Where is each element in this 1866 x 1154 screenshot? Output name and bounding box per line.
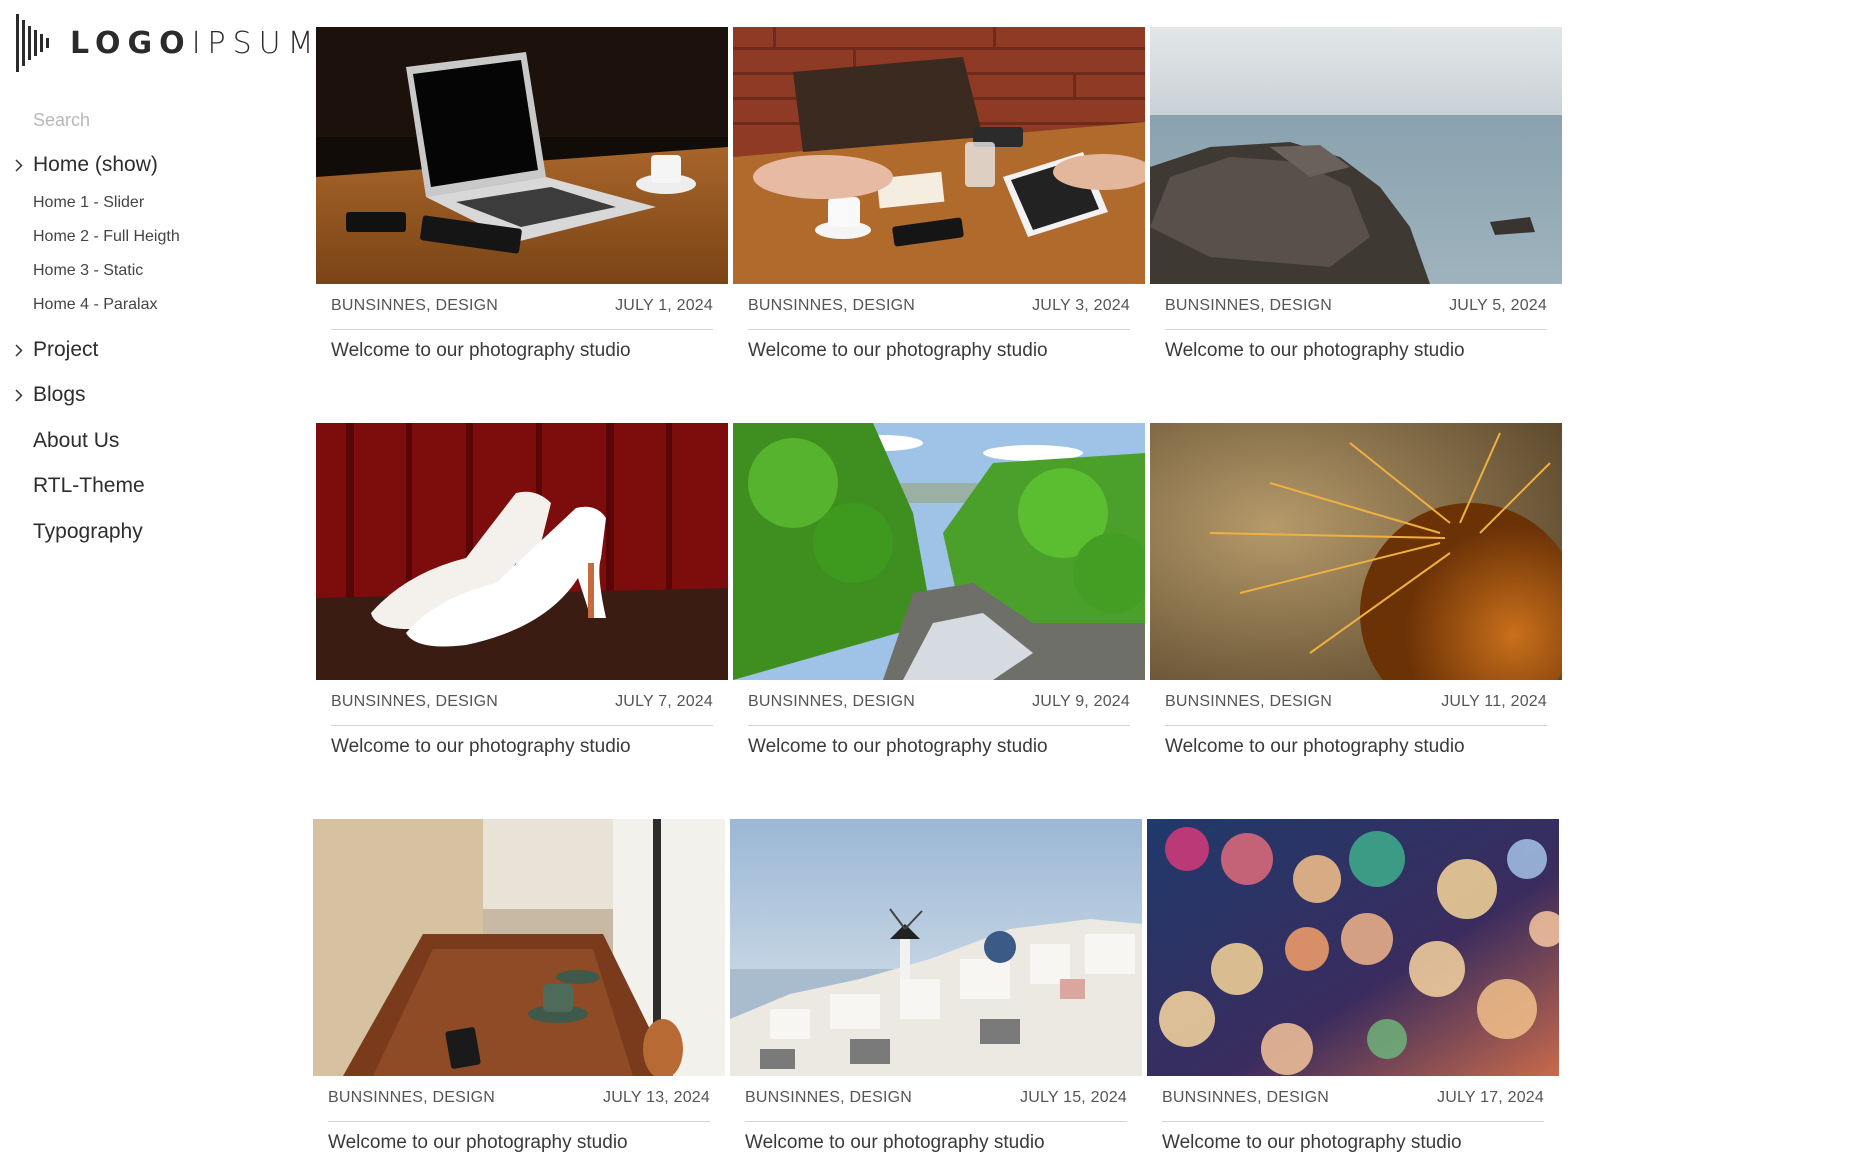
post-date: JULY 7, 2024 [615, 693, 713, 710]
post-divider [745, 1121, 1127, 1122]
post-category[interactable]: BUNSINNES, DESIGN [745, 1089, 912, 1107]
nav-subitem-label: Home 3 - Static [33, 262, 144, 279]
post-category[interactable]: BUNSINNES, DESIGN [328, 1089, 495, 1107]
post-meta: BUNSINNES, DESIGN JULY 9, 2024 [748, 693, 1130, 713]
post-photo-bokeh[interactable] [1147, 819, 1559, 1076]
nav-item-label: Typography [33, 520, 143, 543]
post-date: JULY 9, 2024 [1032, 693, 1130, 710]
post-date: JULY 11, 2024 [1441, 693, 1547, 710]
post-date: JULY 13, 2024 [603, 1089, 710, 1106]
post-divider [748, 725, 1130, 726]
post-title[interactable]: Welcome to our photography studio [1165, 340, 1465, 362]
nav-item-label: RTL-Theme [33, 474, 145, 497]
nav-subitem-label: Home 1 - Slider [33, 194, 145, 211]
post-card[interactable]: BUNSINNES, DESIGN JULY 5, 2024 Welcome t… [1150, 27, 1562, 361]
post-category[interactable]: BUNSINNES, DESIGN [748, 297, 915, 315]
nav-subitem-label: Home 4 - Paralax [33, 296, 158, 313]
sidebar: LOGOIPSUM Home (show) Home 1 - Slider Ho… [0, 0, 314, 1150]
nav-item-label: About Us [33, 429, 120, 452]
post-date: JULY 15, 2024 [1020, 1089, 1127, 1106]
post-title[interactable]: Welcome to our photography studio [331, 736, 631, 758]
post-category[interactable]: BUNSINNES, DESIGN [748, 693, 915, 711]
post-card[interactable]: BUNSINNES, DESIGN JULY 13, 2024 Welcome … [313, 819, 725, 1153]
post-date: JULY 3, 2024 [1032, 297, 1130, 314]
post-photo-cactus[interactable] [1150, 423, 1562, 680]
post-meta: BUNSINNES, DESIGN JULY 17, 2024 [1162, 1089, 1544, 1109]
post-photo-forest[interactable] [733, 423, 1145, 680]
post-card[interactable]: BUNSINNES, DESIGN JULY 15, 2024 Welcome … [730, 819, 1142, 1153]
post-category[interactable]: BUNSINNES, DESIGN [1165, 693, 1332, 711]
post-category[interactable]: BUNSINNES, DESIGN [331, 693, 498, 711]
search-input[interactable] [33, 110, 253, 131]
post-card[interactable]: BUNSINNES, DESIGN JULY 11, 2024 Welcome … [1150, 423, 1562, 757]
post-meta: BUNSINNES, DESIGN JULY 1, 2024 [331, 297, 713, 317]
post-meta: BUNSINNES, DESIGN JULY 11, 2024 [1165, 693, 1547, 713]
post-photo-meeting[interactable] [733, 27, 1145, 284]
post-divider [1165, 329, 1547, 330]
post-card[interactable]: BUNSINNES, DESIGN JULY 3, 2024 Welcome t… [733, 27, 1145, 361]
post-photo-village[interactable] [730, 819, 1142, 1076]
post-card[interactable]: BUNSINNES, DESIGN JULY 9, 2024 Welcome t… [733, 423, 1145, 757]
post-title[interactable]: Welcome to our photography studio [748, 736, 1048, 758]
chevron-right-icon [15, 388, 25, 402]
post-card[interactable]: BUNSINNES, DESIGN JULY 17, 2024 Welcome … [1147, 819, 1559, 1153]
nav-item-label: Project [33, 338, 99, 361]
post-date: JULY 17, 2024 [1437, 1089, 1544, 1106]
post-date: JULY 5, 2024 [1449, 297, 1547, 314]
nav-item-label: Home (show) [33, 153, 158, 176]
post-divider [331, 329, 713, 330]
post-photo-cafe[interactable] [313, 819, 725, 1076]
post-title[interactable]: Welcome to our photography studio [328, 1132, 628, 1154]
post-meta: BUNSINNES, DESIGN JULY 15, 2024 [745, 1089, 1127, 1109]
post-meta: BUNSINNES, DESIGN JULY 5, 2024 [1165, 297, 1547, 317]
post-category[interactable]: BUNSINNES, DESIGN [1162, 1089, 1329, 1107]
logo-text: LOGOIPSUM [70, 25, 321, 61]
post-photo-shore[interactable] [1150, 27, 1562, 284]
nav-item-label: Blogs [33, 383, 86, 406]
post-divider [1165, 725, 1547, 726]
post-title[interactable]: Welcome to our photography studio [1162, 1132, 1462, 1154]
post-title[interactable]: Welcome to our photography studio [1165, 736, 1465, 758]
post-title[interactable]: Welcome to our photography studio [748, 340, 1048, 362]
chevron-right-icon [15, 158, 25, 172]
post-photo-heels[interactable] [316, 423, 728, 680]
post-divider [748, 329, 1130, 330]
post-divider [328, 1121, 710, 1122]
post-divider [1162, 1121, 1544, 1122]
nav-subitem-label: Home 2 - Full Heigth [33, 228, 180, 245]
post-photo-laptop[interactable] [316, 27, 728, 284]
chevron-right-icon [15, 343, 25, 357]
post-category[interactable]: BUNSINNES, DESIGN [331, 297, 498, 315]
post-card[interactable]: BUNSINNES, DESIGN JULY 7, 2024 Welcome t… [316, 423, 728, 757]
post-card[interactable]: BUNSINNES, DESIGN JULY 1, 2024 Welcome t… [316, 27, 728, 361]
post-divider [331, 725, 713, 726]
post-title[interactable]: Welcome to our photography studio [331, 340, 631, 362]
post-category[interactable]: BUNSINNES, DESIGN [1165, 297, 1332, 315]
post-meta: BUNSINNES, DESIGN JULY 7, 2024 [331, 693, 713, 713]
post-date: JULY 1, 2024 [615, 297, 713, 314]
logo-mark-icon [16, 14, 49, 72]
post-meta: BUNSINNES, DESIGN JULY 13, 2024 [328, 1089, 710, 1109]
logo[interactable]: LOGOIPSUM [16, 14, 321, 72]
post-meta: BUNSINNES, DESIGN JULY 3, 2024 [748, 297, 1130, 317]
post-title[interactable]: Welcome to our photography studio [745, 1132, 1045, 1154]
